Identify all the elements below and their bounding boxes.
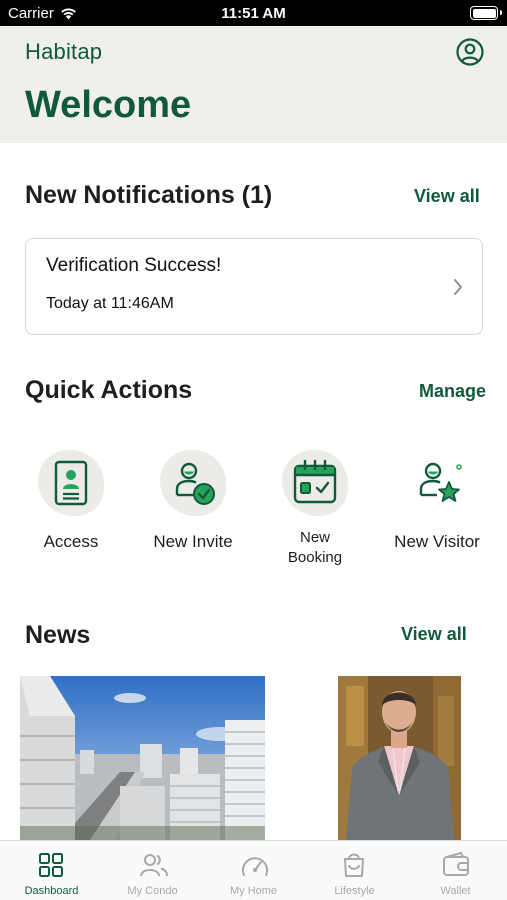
news-image-portrait[interactable]: [338, 676, 461, 840]
quick-action-label: Access: [43, 532, 99, 551]
calendar-check-icon: [293, 459, 337, 504]
notifications-title: New Notifications (1): [25, 181, 273, 209]
chevron-right-icon: [454, 279, 462, 295]
notification-card[interactable]: Verification Success! Today at 11:46AM: [25, 238, 483, 335]
quick-action-new-booking[interactable]: New Booking: [259, 448, 371, 568]
tab-label: Lifestyle: [334, 885, 375, 897]
battery-icon: [470, 6, 502, 20]
tab-bar: Dashboard My Condo My Home Lifestyle Wal…: [0, 840, 507, 900]
page-title: Welcome: [25, 84, 192, 126]
gauge-icon: [242, 857, 268, 876]
tab-dashboard[interactable]: Dashboard: [1, 841, 102, 900]
notification-time: Today at 11:46AM: [46, 295, 174, 312]
tab-my-condo[interactable]: My Condo: [102, 841, 203, 900]
quick-action-label: New Visitor: [394, 532, 480, 551]
users-icon: [140, 854, 168, 877]
quick-action-access[interactable]: Access: [15, 448, 127, 552]
quick-action-label: New Invite: [153, 532, 233, 551]
app-header: Habitap Welcome: [0, 26, 507, 143]
quick-action-new-visitor[interactable]: New Visitor: [381, 448, 493, 552]
news-view-all-link[interactable]: View all: [401, 624, 467, 645]
tab-label: Dashboard: [24, 885, 79, 897]
quick-actions-manage-link[interactable]: Manage: [419, 381, 486, 402]
tab-lifestyle[interactable]: Lifestyle: [304, 841, 405, 900]
id-card-icon: [54, 460, 88, 506]
quick-action-label-text: New Booking: [287, 529, 343, 566]
user-star-icon: [419, 462, 462, 502]
notification-title: Verification Success!: [46, 255, 222, 276]
user-check-icon: [175, 462, 215, 505]
tab-wallet[interactable]: Wallet: [405, 841, 506, 900]
tab-label: My Condo: [127, 885, 178, 897]
profile-icon[interactable]: [456, 38, 484, 66]
quick-action-new-invite[interactable]: New Invite: [137, 448, 249, 552]
news-image-city[interactable]: [20, 676, 265, 840]
status-bar: Carrier 11:51 AM: [0, 0, 507, 26]
tab-label: Wallet: [440, 885, 471, 897]
wallet-icon: [443, 851, 469, 876]
brand-logo: Habitap: [25, 39, 103, 64]
quick-actions-title: Quick Actions: [25, 376, 193, 404]
quick-action-label: New Booking: [259, 528, 371, 568]
news-title: News: [25, 621, 91, 649]
bag-icon: [344, 853, 364, 877]
tab-my-home[interactable]: My Home: [203, 841, 304, 900]
tab-label: My Home: [229, 885, 278, 897]
notifications-view-all-link[interactable]: View all: [414, 186, 480, 207]
clock: 11:51 AM: [221, 5, 286, 22]
grid-icon: [39, 853, 63, 877]
